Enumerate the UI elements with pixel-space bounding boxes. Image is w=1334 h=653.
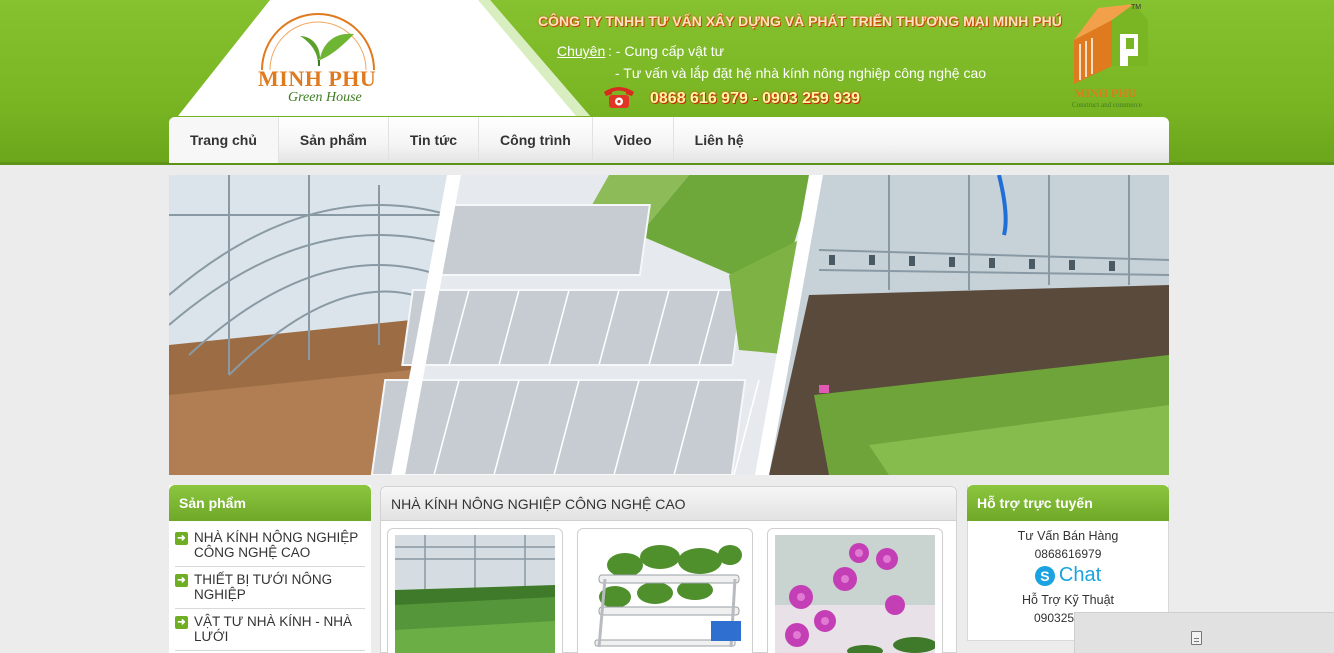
banner-indoor-crops-image: [769, 175, 1169, 475]
logo-text: MINH PHU: [258, 66, 377, 91]
product-thumbnail-orchids[interactable]: [767, 528, 943, 653]
nav-products[interactable]: Sản phẩm: [279, 117, 389, 163]
product-category-irrigation[interactable]: ➜ THIẾT BỊ TƯỚI NÔNG NGHIỆP: [175, 567, 365, 609]
trademark-mark: TM: [1131, 4, 1142, 11]
products-list: ➜ NHÀ KÍNH NÔNG NGHIỆP CÔNG NGHỆ CAO ➜ T…: [169, 521, 371, 651]
skype-chat-button[interactable]: S Chat: [968, 564, 1168, 587]
hero-banner[interactable]: [169, 175, 1169, 475]
sales-support-phone: 0868616979: [1034, 547, 1102, 561]
chat-label: Chat: [1058, 564, 1102, 586]
arrow-right-icon: ➜: [175, 616, 188, 629]
specialty-line-1: : - Cung cấp vật tư: [608, 43, 724, 59]
arrow-right-icon: ➜: [175, 532, 188, 545]
product-thumbnail-greenhouse[interactable]: [387, 528, 563, 653]
company-name: CÔNG TY TNHH TƯ VẤN XÂY DỰNG VÀ PHÁT TRI…: [538, 13, 1062, 29]
product-category-supplies[interactable]: ➜ VẬT TƯ NHÀ KÍNH - NHÀ LƯỚI: [175, 609, 365, 651]
tech-support-title: Hỗ Trợ Kỹ Thuật: [1021, 593, 1115, 607]
featured-section: NHÀ KÍNH NÔNG NGHIỆP CÔNG NGHỆ CAO: [380, 486, 957, 653]
arrow-right-icon: ➜: [175, 574, 188, 587]
nav-home[interactable]: Trang chủ: [169, 117, 279, 163]
logo-subtext: Green House: [288, 90, 362, 105]
product-thumbnail-hydroponic[interactable]: [577, 528, 753, 653]
product-category-greenhouse[interactable]: ➜ NHÀ KÍNH NÔNG NGHIỆP CÔNG NGHỆ CAO: [175, 525, 365, 567]
nav-video[interactable]: Video: [593, 117, 674, 163]
hotline-numbers: 0868 616 979 - 0903 259 939: [650, 90, 860, 107]
sales-support-title: Tư Vấn Bán Hàng: [1017, 529, 1119, 543]
product-category-label: NHÀ KÍNH NÔNG NGHIỆP CÔNG NGHỆ CAO: [194, 530, 359, 560]
product-category-label: THIẾT BỊ TƯỚI NÔNG NGHIỆP: [194, 572, 333, 602]
brand-tagline: Construct and commerce: [1072, 101, 1142, 109]
main-nav: Trang chủ Sản phẩm Tin tức Công trình Vi…: [169, 117, 1169, 163]
nav-contact[interactable]: Liên hệ: [674, 117, 765, 163]
products-sidebar-title: Sản phẩm: [169, 485, 371, 521]
telephone-icon: [600, 84, 638, 110]
skype-icon: S: [1034, 565, 1055, 586]
nav-news[interactable]: Tin tức: [389, 117, 480, 163]
brand-name: MINH PHU: [1074, 86, 1137, 100]
products-sidebar: Sản phẩm ➜ NHÀ KÍNH NÔNG NGHIỆP CÔNG NGH…: [169, 485, 371, 653]
product-category-label: VẬT TƯ NHÀ KÍNH - NHÀ LƯỚI: [194, 614, 353, 644]
specialty-line-2: - Tư vấn và lắp đặt hệ nhà kính nông ngh…: [615, 65, 987, 81]
logo-plate: [178, 0, 590, 116]
online-support-title: Hỗ trợ trực tuyến: [967, 485, 1169, 521]
nav-projects[interactable]: Công trình: [479, 117, 593, 163]
specialty-label: Chuyên: [557, 43, 606, 59]
document-icon[interactable]: [1191, 631, 1202, 645]
section-title: NHÀ KÍNH NÔNG NGHIỆP CÔNG NGHỆ CAO: [381, 487, 956, 521]
floating-toolbar[interactable]: [1074, 612, 1334, 653]
